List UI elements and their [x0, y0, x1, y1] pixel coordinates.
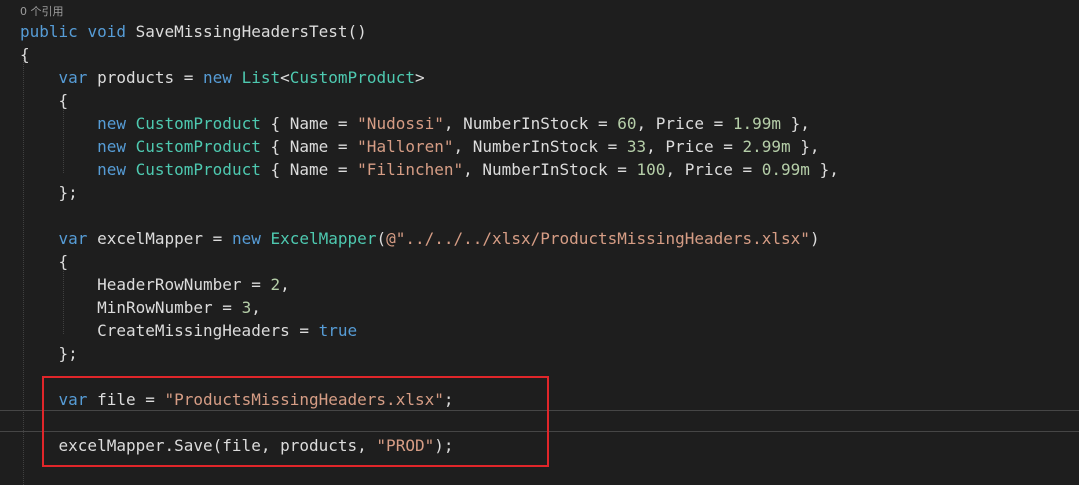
- code-token: excelMapper =: [87, 229, 232, 248]
- code-token: CustomProduct: [135, 114, 261, 133]
- code-token: , Price =: [646, 137, 743, 156]
- code-line[interactable]: };: [20, 342, 78, 365]
- code-line[interactable]: var excelMapper = new ExcelMapper(@"../.…: [20, 227, 820, 250]
- code-token: new: [231, 229, 261, 248]
- code-token: },: [809, 160, 839, 179]
- code-token: };: [20, 344, 78, 363]
- code-token: CustomProduct: [135, 160, 261, 179]
- code-line[interactable]: new CustomProduct { Name = "Filinchen", …: [20, 158, 839, 181]
- code-token: new: [97, 160, 126, 179]
- code-token: @"../../../xlsx/ProductsMissingHeaders.x…: [386, 229, 810, 248]
- code-line[interactable]: public void SaveMissingHeadersTest(): [20, 20, 367, 43]
- code-token: var: [58, 229, 88, 248]
- code-token: products =: [87, 68, 204, 87]
- code-token: },: [790, 137, 820, 156]
- code-token: 60: [617, 114, 637, 133]
- code-token: CreateMissingHeaders =: [20, 321, 319, 340]
- code-token: "Halloren": [357, 137, 454, 156]
- code-line[interactable]: {: [20, 89, 69, 112]
- code-token: new: [203, 68, 232, 87]
- code-token: {: [20, 45, 30, 64]
- code-line[interactable]: HeaderRowNumber = 2,: [20, 273, 290, 296]
- partial-next-line: [100, 478, 500, 485]
- code-token: , Price =: [665, 160, 762, 179]
- code-token: "Nudossi": [357, 114, 444, 133]
- code-line[interactable]: MinRowNumber = 3,: [20, 296, 261, 319]
- code-token: new: [97, 114, 126, 133]
- code-token: { Name =: [260, 114, 358, 133]
- code-token: , NumberInStock =: [453, 137, 627, 156]
- code-token: <: [280, 68, 290, 87]
- code-token: HeaderRowNumber =: [20, 275, 271, 294]
- code-editor[interactable]: 0 个引用 public void SaveMissingHeadersTest…: [0, 0, 1079, 485]
- code-token: List: [241, 68, 281, 87]
- code-token: { Name =: [260, 160, 358, 179]
- annotation-highlight-box: [42, 376, 549, 467]
- code-token: true: [318, 321, 358, 340]
- code-token: SaveMissingHeadersTest: [125, 22, 348, 41]
- code-line[interactable]: var products = new List<CustomProduct>: [20, 66, 425, 89]
- code-token: , NumberInStock =: [463, 160, 637, 179]
- code-token: >: [414, 68, 425, 87]
- code-token: CustomProduct: [289, 68, 415, 87]
- code-token: MinRowNumber =: [20, 298, 242, 317]
- code-token: 1.99m: [732, 114, 782, 133]
- code-token: (): [347, 22, 367, 41]
- code-line[interactable]: {: [20, 43, 30, 66]
- code-line[interactable]: {: [20, 250, 69, 273]
- code-token: {: [20, 252, 69, 271]
- code-token: public: [20, 22, 78, 41]
- code-token: 3: [241, 298, 252, 317]
- code-token: new: [97, 137, 126, 156]
- codelens-references[interactable]: 0 个引用: [20, 3, 64, 19]
- code-token: 0.99m: [761, 160, 810, 179]
- code-line[interactable]: CreateMissingHeaders = true: [20, 319, 357, 342]
- code-token: ,: [251, 298, 261, 317]
- code-line[interactable]: };: [20, 181, 78, 204]
- code-token: , NumberInStock =: [443, 114, 618, 133]
- code-token: {: [20, 91, 69, 110]
- code-token: 2: [270, 275, 281, 294]
- code-token: },: [781, 114, 810, 133]
- code-token: 100: [636, 160, 666, 179]
- code-token: CustomProduct: [135, 137, 261, 156]
- code-token: var: [58, 68, 88, 87]
- code-token: 33: [626, 137, 647, 156]
- code-token: { Name =: [260, 137, 358, 156]
- code-token: void: [87, 22, 126, 41]
- code-token: , Price =: [636, 114, 733, 133]
- code-line[interactable]: new CustomProduct { Name = "Halloren", N…: [20, 135, 820, 158]
- code-token: ): [809, 229, 820, 248]
- code-token: ExcelMapper: [270, 229, 377, 248]
- code-token: };: [20, 183, 78, 202]
- code-token: 2.99m: [742, 137, 791, 156]
- code-line[interactable]: new CustomProduct { Name = "Nudossi", Nu…: [20, 112, 810, 135]
- code-token: (: [376, 229, 387, 248]
- code-token: ,: [280, 275, 290, 294]
- code-token: "Filinchen": [357, 160, 464, 179]
